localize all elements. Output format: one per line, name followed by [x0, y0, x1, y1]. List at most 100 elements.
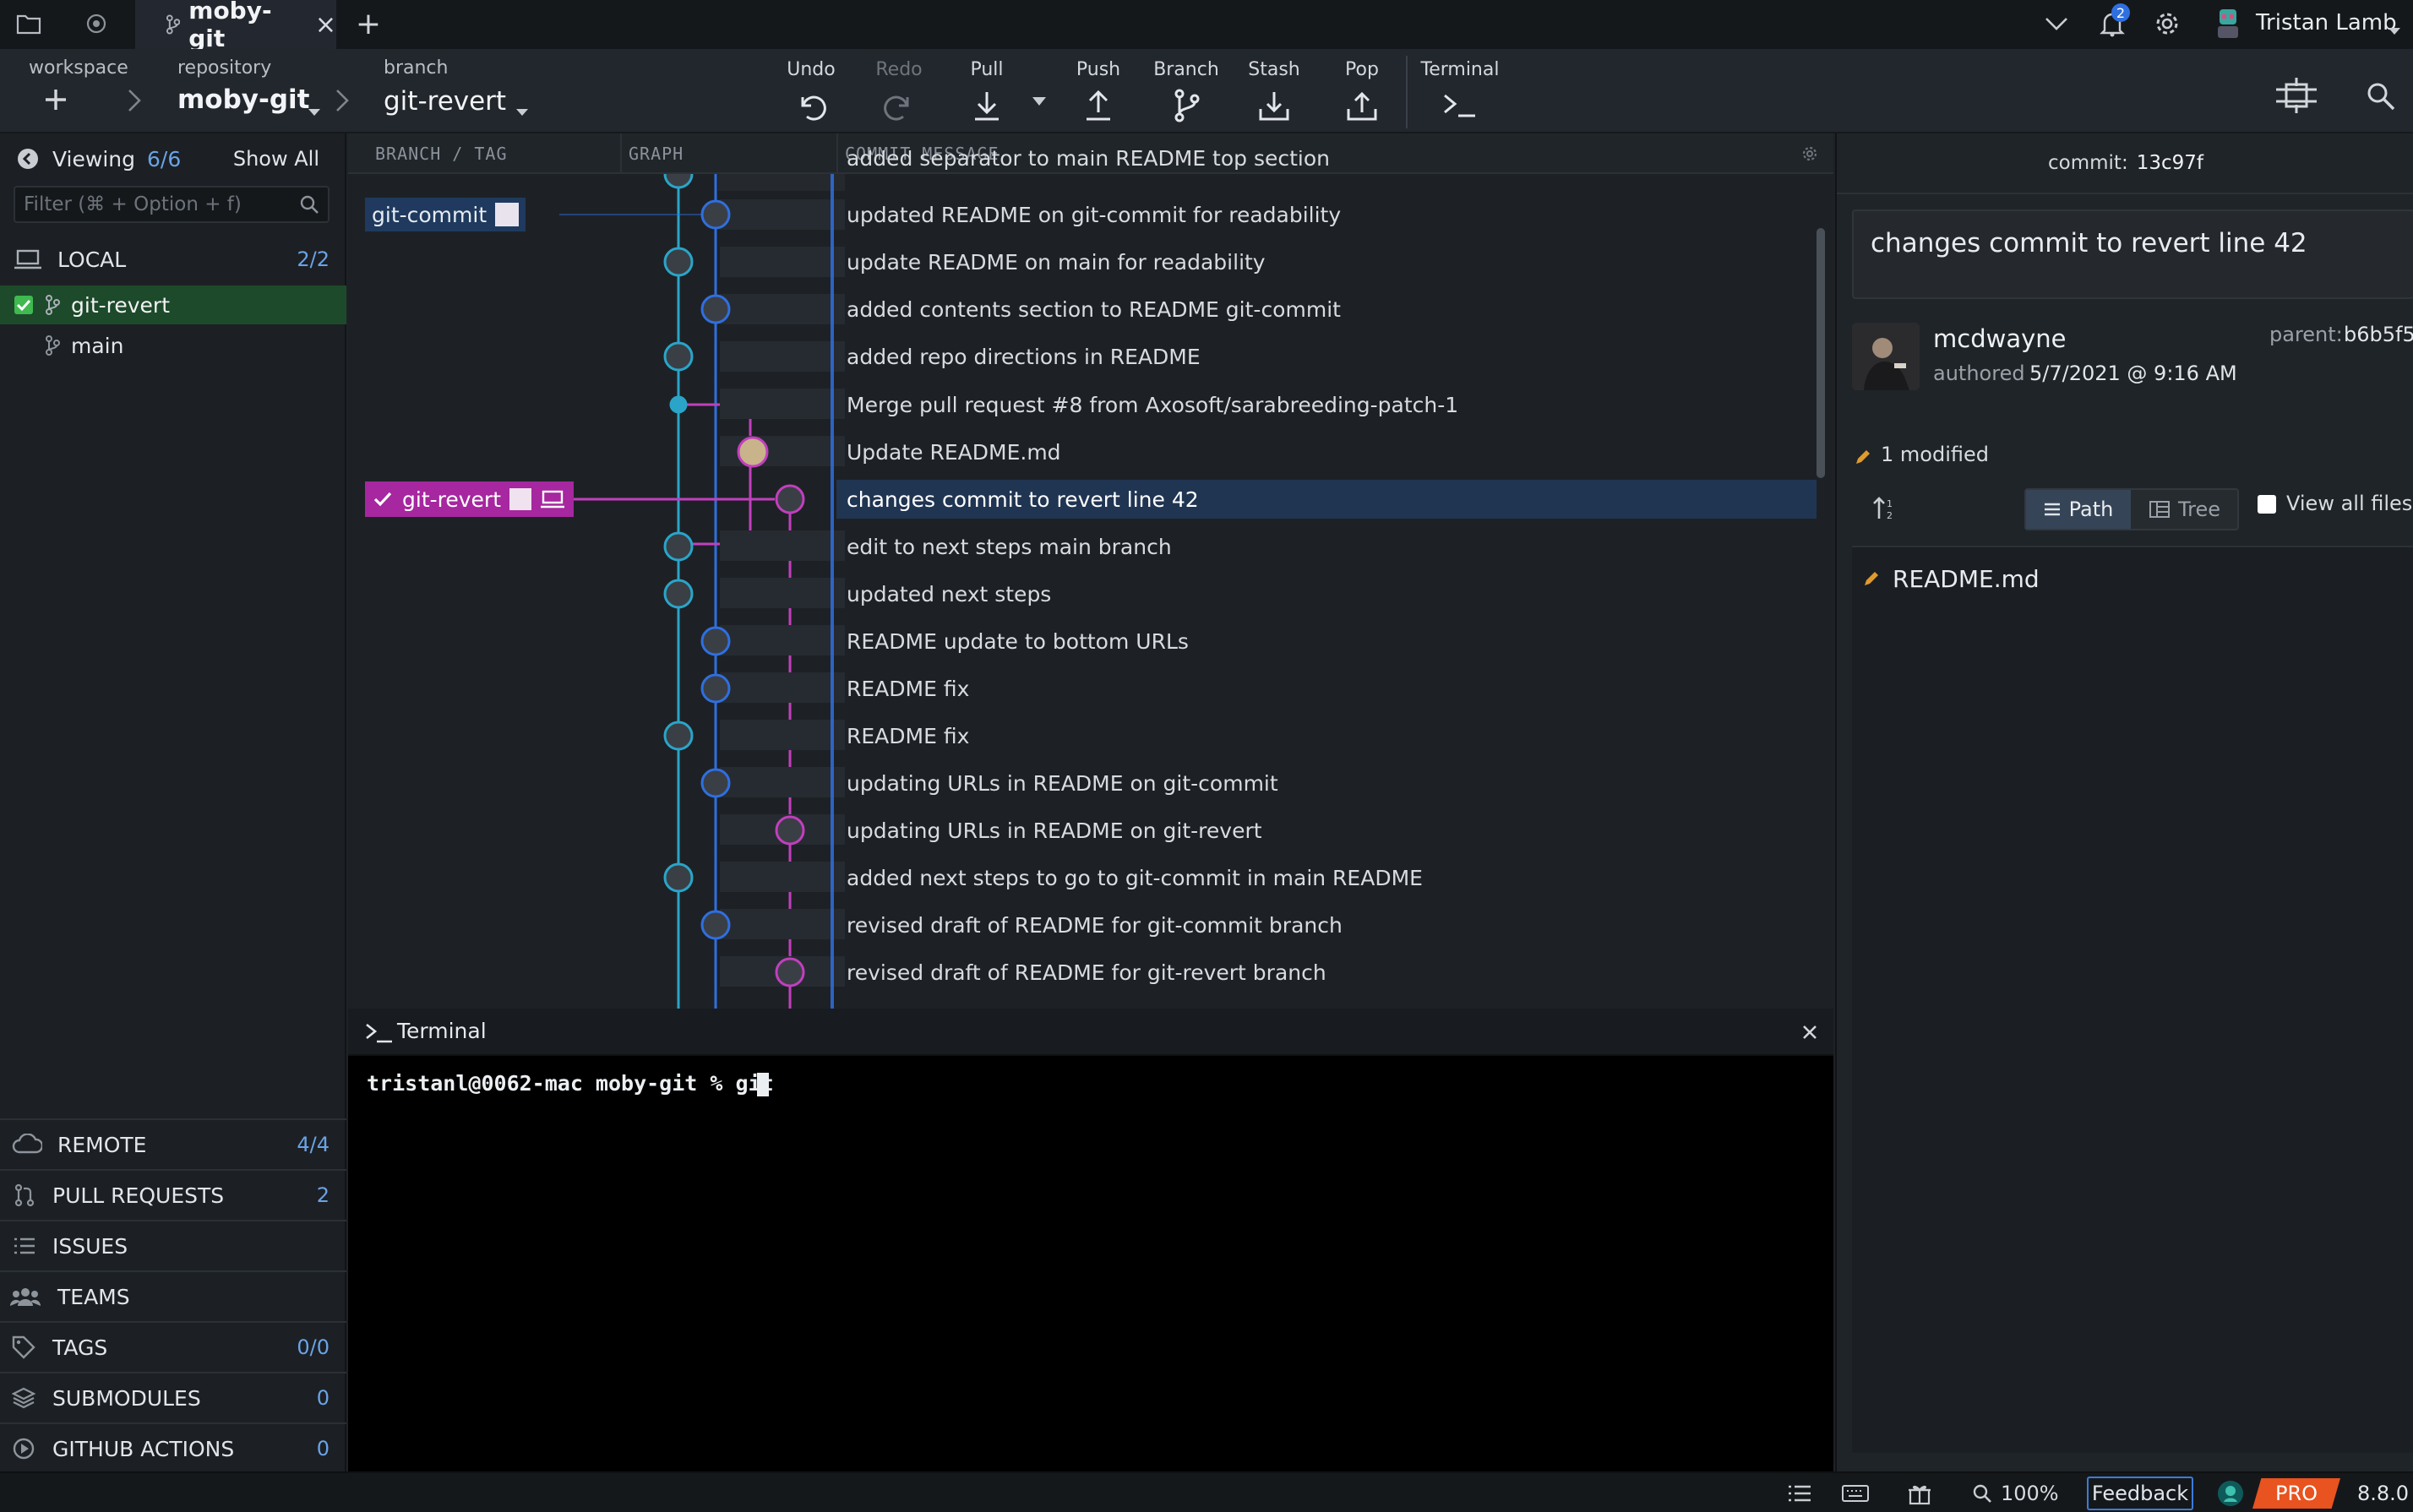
user-avatar[interactable]: [2214, 8, 2242, 40]
gift-icon[interactable]: [1908, 1482, 1931, 1505]
commit-row[interactable]: updated README on git-commit for readabi…: [847, 191, 1341, 238]
commit-row[interactable]: README update to bottom URLs: [847, 617, 1189, 665]
commit-row[interactable]: revised draft of README for git-revert b…: [847, 949, 1326, 996]
feedback-button[interactable]: Feedback: [2087, 1477, 2193, 1510]
parent-sha[interactable]: b6b5f5: [2344, 323, 2413, 346]
commit-summary-field[interactable]: changes commit to revert line 42: [1852, 209, 2413, 299]
file-row[interactable]: README.md: [1852, 557, 2413, 600]
commit-row[interactable]: updated next steps: [847, 570, 1051, 617]
repo-tab-name: moby-git: [188, 0, 272, 52]
section-label: GITHUB ACTIONS: [52, 1436, 235, 1461]
column-branch-tag[interactable]: BRANCH / TAG: [375, 144, 508, 164]
settings-gear-icon[interactable]: [2150, 7, 2184, 41]
list-view-icon[interactable]: [1788, 1483, 1811, 1504]
push-button[interactable]: Push: [1056, 59, 1141, 124]
branch-tag-git-revert[interactable]: git-revert: [365, 481, 575, 517]
commit-row[interactable]: update README on main for readability: [847, 238, 1266, 286]
commit-row[interactable]: updating URLs in README on git-commit: [847, 759, 1278, 807]
close-tab-icon[interactable]: ×: [315, 10, 336, 40]
commit-row[interactable]: README fix: [847, 665, 969, 712]
collapse-panel-icon[interactable]: [17, 148, 39, 170]
undo-icon: [801, 95, 826, 121]
repository-dropdown-icon[interactable]: [308, 98, 321, 122]
commit-row[interactable]: added repo directions in README: [847, 333, 1201, 380]
remote-section[interactable]: REMOTE 4/4: [0, 1118, 346, 1169]
commit-row[interactable]: edit to next steps main branch: [847, 523, 1172, 570]
branch-tag-label: git-commit: [372, 202, 488, 227]
stash-button[interactable]: Stash: [1232, 59, 1316, 124]
terminal-console[interactable]: tristanl@0062-mac moby-git % git: [348, 1056, 1833, 1471]
teams-section[interactable]: TEAMS: [0, 1270, 346, 1321]
close-terminal-icon[interactable]: [1801, 1024, 1818, 1041]
commit-row[interactable]: Update README.md: [847, 428, 1061, 476]
pull-requests-section[interactable]: PULL REQUESTS 2: [0, 1169, 346, 1220]
gitkraken-logo-icon[interactable]: [79, 7, 113, 41]
redo-icon: [884, 95, 909, 121]
view-all-files-checkbox[interactable]: [2258, 495, 2276, 514]
repo-tab[interactable]: moby-git ×: [135, 0, 336, 52]
commit-row[interactable]: added contents section to README git-com…: [847, 286, 1341, 333]
local-section-header[interactable]: LOCAL 2/2: [0, 235, 346, 284]
search-icon[interactable]: [2366, 81, 2396, 117]
notification-count-badge: 2: [2111, 3, 2130, 22]
commit-row[interactable]: added next steps to go to git-commit in …: [847, 854, 1423, 901]
user-name[interactable]: Tristan Lamb: [2256, 10, 2397, 35]
pop-button[interactable]: Pop: [1320, 59, 1404, 124]
branch-button[interactable]: Branch: [1144, 59, 1228, 124]
undo-button[interactable]: Undo: [769, 59, 853, 124]
commit-row[interactable]: revised draft of README for git-commit b…: [847, 901, 1343, 949]
branch-tag-git-commit[interactable]: git-commit: [365, 198, 526, 231]
issues-section[interactable]: ISSUES: [0, 1220, 346, 1270]
keyboard-icon[interactable]: [1842, 1483, 1869, 1504]
commit-row[interactable]: updating URLs in README on git-revert: [847, 807, 1262, 854]
author-name[interactable]: mcdwayne: [1933, 324, 2066, 353]
section-count: 2: [316, 1183, 330, 1207]
commit-row[interactable]: README fix: [847, 712, 969, 759]
branch-item-label: main: [71, 333, 124, 358]
redo-button[interactable]: Redo: [857, 59, 941, 124]
file-list: README.md: [1852, 546, 2413, 1453]
add-workspace-icon[interactable]: [42, 86, 69, 118]
sort-icon[interactable]: 12: [1872, 495, 1899, 522]
list-icon: [14, 1237, 35, 1254]
zoom-icon[interactable]: [1972, 1483, 1992, 1504]
show-all-button[interactable]: Show All: [233, 147, 319, 171]
push-up-arrow-icon: [1087, 90, 1110, 121]
section-label: SUBMODULES: [52, 1385, 201, 1411]
tags-section[interactable]: TAGS 0/0: [0, 1321, 346, 1372]
commit-row[interactable]: Merge pull request #8 from Axosoft/sarab…: [847, 381, 1458, 428]
undo-label: Undo: [787, 59, 836, 80]
column-graph[interactable]: GRAPH: [629, 144, 684, 164]
branch-name[interactable]: git-revert: [384, 86, 506, 117]
commit-sha[interactable]: 13c97f: [2137, 152, 2203, 174]
pull-options-dropdown-icon[interactable]: [1031, 88, 1048, 112]
section-count: 0: [316, 1437, 330, 1460]
branch-item-main[interactable]: main: [0, 326, 346, 365]
path-view-label: Path: [2068, 498, 2114, 521]
toolbar: workspace repository moby-git branch git…: [0, 49, 2413, 133]
pull-button[interactable]: Pull: [945, 59, 1029, 124]
branch-dropdown-icon[interactable]: [515, 98, 529, 122]
submodules-section[interactable]: SUBMODULES 0: [0, 1372, 346, 1422]
column-settings-gear-icon[interactable]: [1801, 145, 1818, 162]
github-actions-section[interactable]: GITHUB ACTIONS 0: [0, 1422, 346, 1473]
terminal-button[interactable]: Terminal: [1418, 59, 1502, 124]
filter-placeholder: Filter (⌘ + Option + f): [24, 193, 242, 215]
gitkraken-keif-icon[interactable]: [2217, 1480, 2244, 1507]
chevron-down-icon[interactable]: [2040, 7, 2073, 41]
path-view-button[interactable]: Path: [2026, 490, 2131, 529]
folder-icon[interactable]: [12, 7, 46, 41]
add-tab-icon[interactable]: +: [351, 7, 385, 41]
filter-input[interactable]: Filter (⌘ + Option + f): [14, 186, 330, 223]
graph-scrollbar[interactable]: [1817, 228, 1825, 478]
pro-badge[interactable]: PRO: [2252, 1478, 2340, 1509]
commit-row[interactable]: added separator to main README top secti…: [847, 150, 1330, 171]
commit-detail-panel: commit: 13c97f changes commit to revert …: [1835, 133, 2413, 1471]
layout-toggle-icon[interactable]: [2273, 74, 2320, 122]
repository-name[interactable]: moby-git: [177, 84, 310, 115]
zoom-level[interactable]: 100%: [2001, 1482, 2059, 1505]
branch-item-git-revert[interactable]: git-revert: [0, 286, 346, 324]
user-menu-chevron-icon[interactable]: [2388, 17, 2401, 41]
commit-row-selected[interactable]: changes commit to revert line 42: [847, 476, 1199, 523]
tree-view-button[interactable]: Tree: [2132, 490, 2237, 529]
